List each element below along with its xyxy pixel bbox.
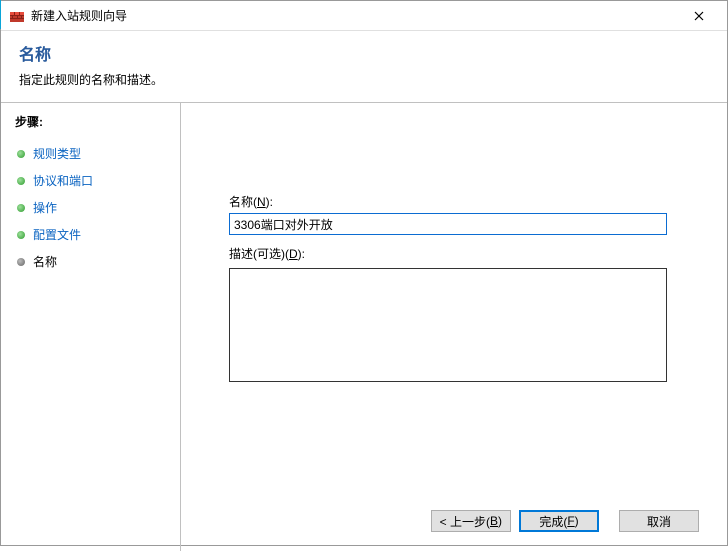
description-textarea[interactable] [229, 268, 667, 382]
firewall-icon [9, 8, 25, 24]
step-action[interactable]: 操作 [15, 194, 167, 221]
wizard-footer: < 上一步(B) 完成(F) 取消 [1, 497, 727, 545]
wizard-window: 新建入站规则向导 名称 指定此规则的名称和描述。 步骤: 规则类型 协议和端口 … [0, 0, 728, 546]
step-rule-type[interactable]: 规则类型 [15, 140, 167, 167]
name-field-row: 名称(N): [229, 193, 693, 235]
bullet-icon [17, 204, 25, 212]
step-label: 操作 [33, 199, 57, 216]
step-profile[interactable]: 配置文件 [15, 221, 167, 248]
step-label: 配置文件 [33, 226, 81, 243]
step-protocol-port[interactable]: 协议和端口 [15, 167, 167, 194]
finish-button[interactable]: 完成(F) [519, 510, 599, 532]
name-label: 名称(N): [229, 193, 693, 210]
bullet-icon [17, 258, 25, 266]
step-label: 协议和端口 [33, 172, 93, 189]
description-field-row: 描述(可选)(D): [229, 245, 693, 385]
bullet-icon [17, 177, 25, 185]
titlebar: 新建入站规则向导 [1, 1, 727, 31]
step-name: 名称 [15, 248, 167, 275]
page-subtitle: 指定此规则的名称和描述。 [19, 71, 709, 88]
close-button[interactable] [679, 2, 719, 30]
step-label: 名称 [33, 253, 57, 270]
wizard-body: 步骤: 规则类型 协议和端口 操作 配置文件 名称 [1, 103, 727, 503]
form-panel: 名称(N): 描述(可选)(D): [181, 103, 727, 503]
cancel-button[interactable]: 取消 [619, 510, 699, 532]
step-label: 规则类型 [33, 145, 81, 162]
page-title: 名称 [19, 41, 709, 65]
steps-heading: 步骤: [15, 113, 167, 130]
window-title: 新建入站规则向导 [31, 7, 679, 24]
name-input[interactable] [229, 213, 667, 235]
steps-sidebar: 步骤: 规则类型 协议和端口 操作 配置文件 名称 [1, 103, 181, 503]
bullet-icon [17, 231, 25, 239]
wizard-header: 名称 指定此规则的名称和描述。 [1, 31, 727, 103]
description-label: 描述(可选)(D): [229, 245, 693, 262]
bullet-icon [17, 150, 25, 158]
back-button[interactable]: < 上一步(B) [431, 510, 511, 532]
